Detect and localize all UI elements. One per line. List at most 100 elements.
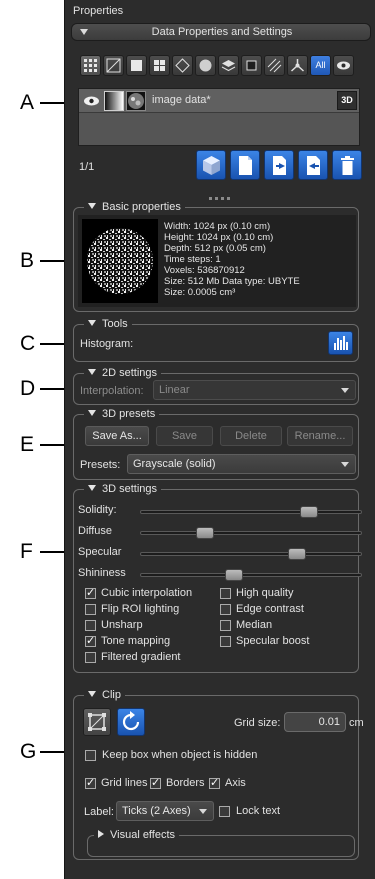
option-label: Flip ROI lighting — [101, 603, 180, 615]
slider-thumb[interactable] — [225, 569, 243, 581]
collapse-arrow-icon — [88, 369, 96, 375]
grid-size-input[interactable]: 0.01 — [284, 712, 346, 732]
label-mode-select[interactable]: Ticks (2 Axes) — [116, 801, 214, 821]
clip-title[interactable]: Clip — [84, 688, 125, 702]
box-filter-button[interactable] — [126, 55, 147, 76]
export-dataset-button[interactable] — [264, 150, 294, 180]
diamond-filter-button[interactable] — [172, 55, 193, 76]
time-steps-readout: Time steps: 1 — [164, 254, 221, 265]
collapse-arrow-icon — [88, 203, 96, 209]
slider-thumb[interactable] — [288, 548, 306, 560]
colormap-swatch[interactable] — [104, 91, 124, 111]
option-checkbox[interactable] — [220, 636, 231, 647]
borders-checkbox[interactable] — [150, 776, 161, 789]
option-label: Edge contrast — [236, 603, 304, 615]
thumbnail-image — [128, 93, 144, 109]
settings-2d-title[interactable]: 2D settings — [84, 366, 162, 380]
dataset-row[interactable]: image data* 3D — [79, 89, 359, 113]
slider-label: Shininess — [78, 567, 126, 579]
presets-3d-title[interactable]: 3D presets — [84, 407, 160, 421]
visual-effects-title[interactable]: Visual effects — [94, 828, 180, 842]
hatch-filter-button[interactable] — [264, 55, 285, 76]
save-as-button[interactable]: Save As... — [85, 426, 149, 446]
option-checkbox[interactable] — [85, 620, 96, 631]
clip-group: Clip Grid size: 0.01 cm Keep box when ob… — [73, 688, 364, 860]
rename-button[interactable]: Rename... — [287, 426, 353, 446]
chevron-down-icon — [199, 809, 207, 814]
hatch-icon — [267, 58, 282, 73]
panel-title: Properties — [73, 5, 124, 17]
option-checkbox[interactable] — [85, 604, 96, 615]
refresh-icon — [122, 711, 140, 731]
basic-properties-title[interactable]: Basic properties — [84, 200, 185, 214]
slider-track[interactable] — [140, 548, 362, 560]
interpolation-select[interactable]: Linear — [153, 380, 356, 400]
presets-select[interactable]: Grayscale (solid) — [127, 454, 356, 474]
option-checkbox[interactable] — [85, 652, 96, 663]
save-button[interactable]: Save — [156, 426, 213, 446]
slider-thumb[interactable] — [300, 506, 318, 518]
physical-size-readout: Size: 0.0005 cm³ — [164, 287, 236, 298]
option-checkbox[interactable] — [220, 620, 231, 631]
marker-g: G — [20, 740, 37, 763]
settings-3d-title[interactable]: 3D settings — [84, 482, 162, 496]
tiles-filter-button[interactable] — [149, 55, 170, 76]
tools-title[interactable]: Tools — [84, 317, 132, 331]
marker-e: E — [20, 433, 35, 456]
settings-2d-group: 2D settings Interpolation: Linear — [73, 366, 359, 405]
axis-checkbox[interactable] — [209, 776, 220, 789]
option-checkbox[interactable] — [220, 604, 231, 615]
dataset-list[interactable]: image data* 3D — [78, 88, 360, 146]
size-type-readout: Size: 512 Mb Data type: UBYTE — [164, 276, 300, 287]
grid-lines-label: Grid lines — [101, 777, 148, 789]
slider-track[interactable] — [140, 527, 362, 539]
interpolation-value: Linear — [159, 384, 190, 396]
slice-filter-button[interactable] — [103, 55, 124, 76]
marker-d: D — [20, 377, 36, 400]
delete-button[interactable]: Delete — [220, 426, 282, 446]
eye-icon[interactable] — [83, 94, 100, 108]
sphere-filter-button[interactable] — [195, 55, 216, 76]
collapse-arrow-icon — [88, 410, 96, 416]
reset-clip-button[interactable] — [117, 708, 145, 736]
width-readout: Width: 1024 px (0.10 cm) — [164, 221, 271, 232]
page-indicator: 1/1 — [79, 161, 95, 173]
crop-filter-button[interactable] — [241, 55, 262, 76]
option-checkbox[interactable] — [220, 588, 231, 599]
keep-box-label: Keep box when object is hidden — [102, 749, 258, 761]
section-header-data-properties[interactable]: Data Properties and Settings — [71, 23, 371, 41]
grid-filter-button[interactable] — [80, 55, 101, 76]
option-checkbox[interactable] — [85, 586, 96, 599]
visibility-filter-button[interactable] — [333, 55, 354, 76]
import-dataset-button[interactable] — [298, 150, 328, 180]
render-3d-button[interactable] — [196, 150, 226, 180]
collapse-arrow-icon — [88, 320, 96, 326]
histogram-label: Histogram: — [80, 338, 134, 350]
lock-text-checkbox[interactable] — [219, 806, 230, 817]
new-dataset-button[interactable] — [230, 150, 260, 180]
collapse-arrow-icon — [88, 691, 96, 697]
collapse-arrow-icon — [88, 485, 96, 491]
option-checkbox[interactable] — [85, 634, 96, 647]
histogram-button[interactable] — [328, 331, 353, 355]
grid-lines-checkbox[interactable] — [85, 776, 96, 789]
clip-box-button[interactable] — [83, 708, 111, 736]
slider-track[interactable] — [140, 506, 362, 518]
delete-dataset-button[interactable] — [332, 150, 362, 180]
slider-track[interactable] — [140, 569, 362, 581]
volume-preview — [82, 219, 158, 303]
borders-label: Borders — [166, 777, 205, 789]
layers-filter-button[interactable] — [218, 55, 239, 76]
all-filter-button[interactable]: All — [310, 55, 331, 76]
properties-readout: Width: 1024 px (0.10 cm) Height: 1024 px… — [164, 221, 300, 298]
keep-box-checkbox[interactable] — [85, 750, 96, 761]
chevron-down-icon — [341, 462, 349, 467]
slider-thumb[interactable] — [196, 527, 214, 539]
option-label: Filtered gradient — [101, 651, 181, 663]
slider-label: Solidity: — [78, 504, 117, 516]
marker-a: A — [20, 91, 35, 114]
grid-size-label: Grid size: — [234, 717, 281, 729]
splitter-handle[interactable] — [209, 188, 233, 200]
import-document-icon — [307, 156, 320, 175]
network-filter-button[interactable] — [287, 55, 308, 76]
